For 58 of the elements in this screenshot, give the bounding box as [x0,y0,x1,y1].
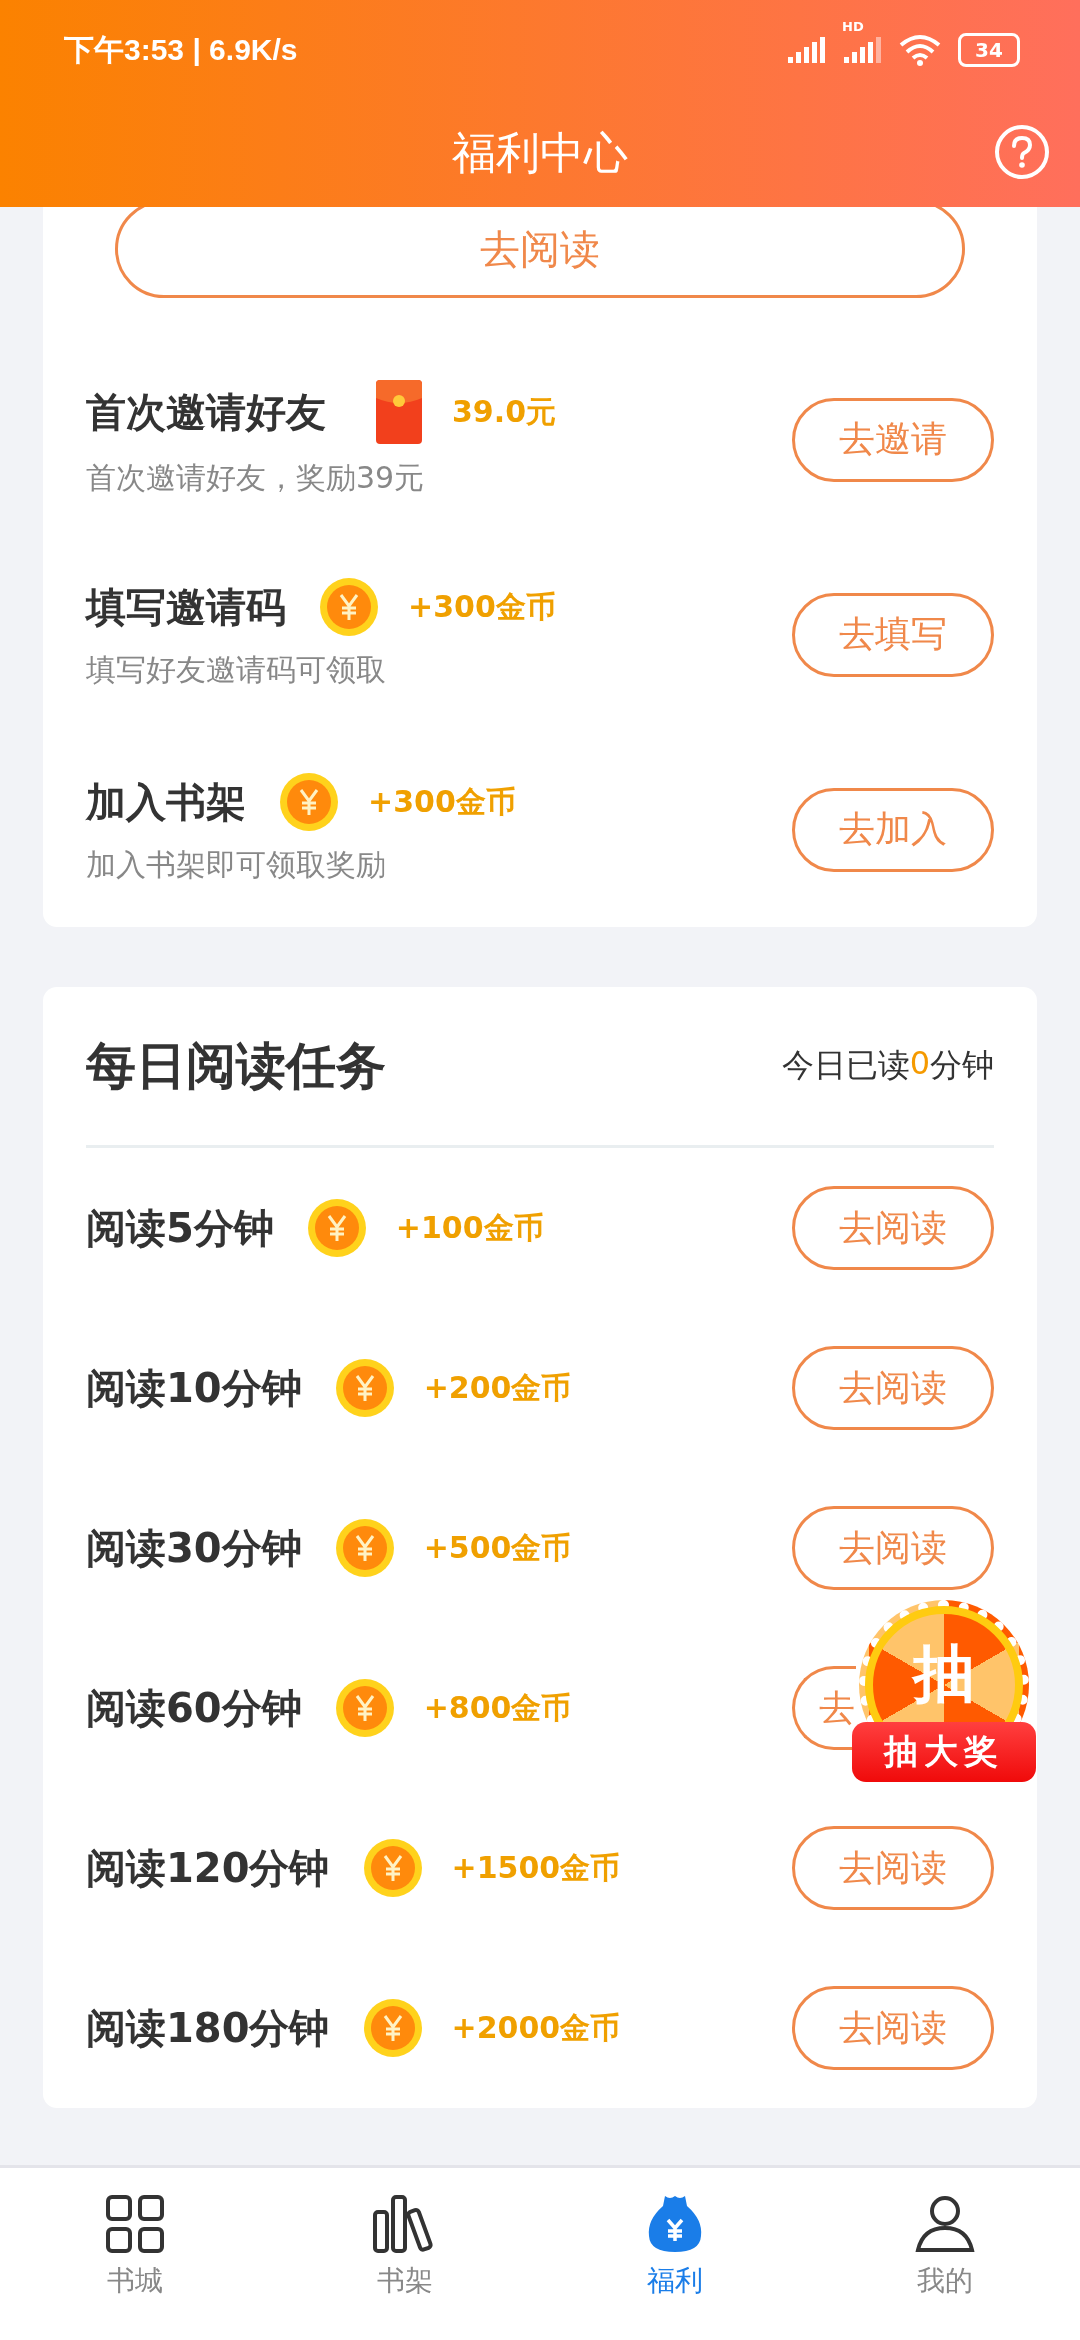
read-button[interactable]: 去阅读 [792,1186,994,1270]
task-title: 阅读10分钟 [86,1363,302,1413]
nav-tab[interactable]: 我的 [810,2168,1080,2340]
person-icon [915,2194,975,2254]
task-title: 阅读60分钟 [86,1683,302,1733]
task-description: 填写好友邀请码可领取 [86,651,387,689]
page-title: 福利中心 [452,126,628,180]
coin-icon [363,1839,422,1897]
task-title: 阅读5分钟 [86,1203,274,1253]
read-button[interactable]: 去阅读 [792,1826,994,1910]
progress-label: 今日已读 [781,1045,910,1086]
section-title: 每日阅读任务 [86,1035,386,1097]
read-button[interactable]: 去阅读 [792,1346,994,1430]
task-description: 加入书架即可领取奖励 [86,846,387,884]
nav-tab[interactable]: 书架 [270,2168,540,2340]
nav-tab[interactable]: 福利 [540,2168,810,2340]
status-time: 下午3:53 | 6.9K/s [64,31,298,68]
reward-amount: +300金币 [368,782,516,821]
reward-amount: +800金币 [423,1688,572,1727]
task-title: 阅读30分钟 [86,1523,302,1573]
battery-icon: 34 [958,33,1020,67]
task-title: 加入书架 [86,777,246,827]
task-title: 阅读120分钟 [86,1843,330,1893]
coin-icon [307,1199,366,1257]
reward-amount: +1500金币 [451,1848,621,1887]
coin-icon [335,1359,394,1417]
coin-icon [363,1999,422,2057]
minutes-count: 0 [909,1044,930,1084]
signal-icon [786,35,826,65]
grid-icon [105,2194,165,2254]
task-title: 填写邀请码 [86,582,286,632]
action-button[interactable]: 去加入 [792,787,994,872]
read-button[interactable]: 去阅读 [792,1986,994,2070]
reward-amount: +200金币 [423,1368,572,1407]
task-title: 首次邀请好友 [86,387,326,437]
wifi-icon [898,33,942,67]
help-icon[interactable] [994,124,1050,180]
read-button[interactable]: 去 [792,1666,856,1750]
task-description: 首次邀请好友，奖励39元 [86,459,426,497]
read-button[interactable]: 去阅读 [115,207,965,298]
coin-icon [320,578,378,636]
coin-icon [335,1679,394,1737]
coin-icon [280,773,338,831]
reward-amount: 39.0元 [452,392,557,431]
read-button[interactable]: 去阅读 [792,1506,994,1590]
envelope-icon [376,380,422,444]
reward-amount: +500金币 [423,1528,572,1567]
nav-tab[interactable]: 书城 [0,2168,270,2340]
action-button[interactable]: 去填写 [792,592,994,677]
action-button[interactable]: 去邀请 [792,397,994,482]
coin-icon [335,1519,394,1577]
reward-amount: +100金币 [395,1208,544,1247]
unit-label: 分钟 [930,1045,994,1086]
network-label: HD [842,19,864,34]
task-title: 阅读180分钟 [86,2003,330,2053]
reward-amount: +2000金币 [451,2008,621,2047]
signal-icon [842,35,882,65]
reward-amount: +300金币 [408,587,556,626]
